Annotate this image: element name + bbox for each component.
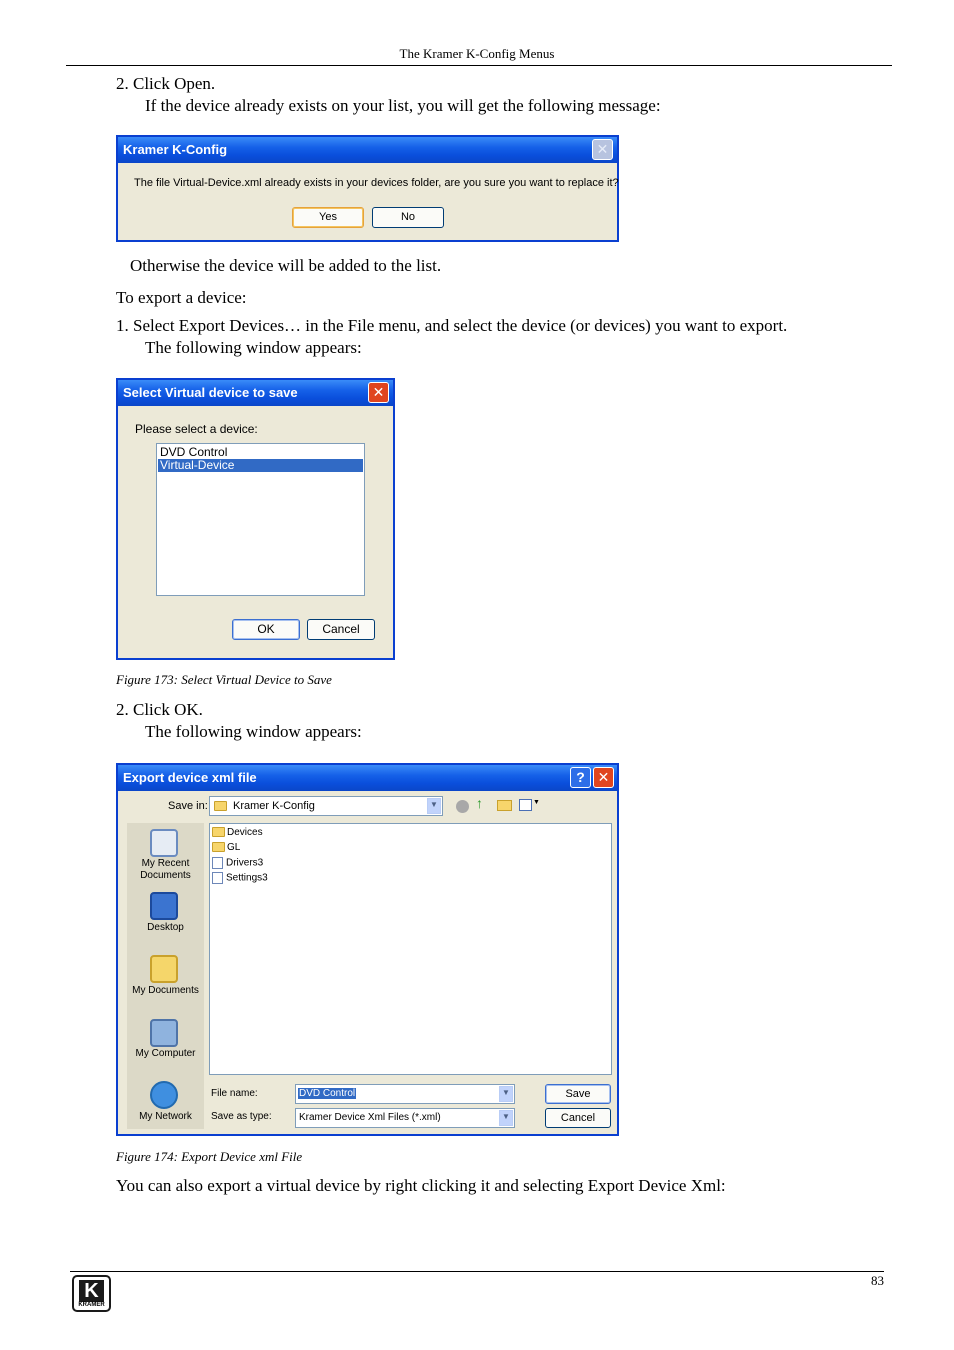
place-recent[interactable]: My Recent Documents <box>130 858 201 882</box>
place-my-computer[interactable]: My Computer <box>127 1048 204 1059</box>
filename-combo[interactable]: DVD Control ▼ <box>295 1084 515 1104</box>
step-click-ok-sub: The following window appears: <box>145 722 362 741</box>
step-click-open: 2. Click Open. <box>116 74 216 93</box>
savetype-combo[interactable]: Kramer Device Xml Files (*.xml) ▼ <box>295 1108 515 1128</box>
otherwise-text: Otherwise the device will be added to th… <box>130 256 442 275</box>
filename-value[interactable]: DVD Control <box>298 1088 357 1099</box>
place-my-network[interactable]: My Network <box>127 1111 204 1122</box>
file-list[interactable]: Devices GL Drivers3 Settings3 <box>209 823 612 1075</box>
chevron-down-icon[interactable]: ▼ <box>499 1110 513 1126</box>
footer-rule <box>70 1271 884 1272</box>
cancel-button[interactable]: Cancel <box>307 619 375 640</box>
my-documents-icon[interactable] <box>150 955 178 983</box>
figure-173-caption: Figure 173: Select Virtual Device to Sav… <box>116 672 332 687</box>
page-number: 83 <box>871 1273 884 1288</box>
dialog-title: Select Virtual device to save <box>118 380 393 406</box>
device-list[interactable]: DVD Control Virtual-Device <box>156 443 365 596</box>
cancel-button[interactable]: Cancel <box>545 1108 611 1128</box>
folder-icon <box>212 842 225 853</box>
desktop-icon[interactable] <box>150 892 178 920</box>
my-network-icon[interactable] <box>150 1081 178 1109</box>
dialog-title: Kramer K-Config <box>118 137 617 163</box>
folder-icon <box>212 827 225 838</box>
save-in-value: Kramer K-Config <box>233 800 315 812</box>
header-rule <box>66 65 892 66</box>
save-in-label: Save in: <box>168 800 208 812</box>
chevron-down-icon[interactable]: ▼ <box>499 1086 513 1102</box>
settings-file-icon <box>212 872 223 884</box>
select-device-dialog: Select Virtual device to save ✕ Please s… <box>116 378 395 660</box>
step-click-open-sub: If the device already exists on your lis… <box>145 96 661 115</box>
step-export-devices: 1. Select Export Devices… in the File me… <box>116 316 788 335</box>
no-button[interactable]: No <box>372 207 444 228</box>
kramer-logo: K KRAMER <box>72 1275 111 1312</box>
savetype-value: Kramer Device Xml Files (*.xml) <box>299 1112 441 1123</box>
folder-icon <box>214 801 227 811</box>
running-header: The Kramer K-Config Menus <box>399 46 555 61</box>
list-item[interactable]: GL <box>212 842 240 853</box>
yes-button[interactable]: Yes <box>292 207 364 228</box>
replace-confirm-dialog: Kramer K-Config ✕ The file Virtual-Devic… <box>116 135 619 242</box>
up-folder-icon[interactable]: ↑ <box>476 797 490 812</box>
filename-label: File name: <box>211 1088 258 1099</box>
chevron-down-icon[interactable]: ▼ <box>427 798 441 814</box>
step-click-ok: 2. Click OK. <box>116 700 203 719</box>
place-my-documents[interactable]: My Documents <box>127 985 204 996</box>
view-menu-chevron-icon[interactable]: ▼ <box>533 799 540 806</box>
close-icon[interactable]: ✕ <box>593 767 614 788</box>
list-item[interactable]: Devices <box>212 827 263 838</box>
save-button[interactable]: Save <box>545 1084 611 1104</box>
settings-file-icon <box>212 857 223 869</box>
list-item-selected[interactable]: Virtual-Device <box>158 459 363 472</box>
closing-text: You can also export a virtual device by … <box>116 1176 726 1195</box>
place-desktop[interactable]: Desktop <box>130 922 201 933</box>
export-xml-dialog: Export device xml file ? ✕ Save in: Kram… <box>116 763 619 1136</box>
recent-documents-icon[interactable] <box>150 829 178 857</box>
ok-button[interactable]: OK <box>232 619 300 640</box>
help-icon[interactable]: ? <box>570 767 591 788</box>
close-icon[interactable]: ✕ <box>368 382 389 403</box>
select-prompt: Please select a device: <box>135 422 258 436</box>
save-in-combo[interactable]: Kramer K-Config ▼ <box>209 796 443 816</box>
close-icon[interactable]: ✕ <box>592 139 613 160</box>
my-computer-icon[interactable] <box>150 1019 178 1047</box>
back-icon[interactable] <box>456 800 469 813</box>
list-item[interactable]: Drivers3 <box>212 857 263 869</box>
list-item[interactable]: Settings3 <box>212 872 268 884</box>
view-menu-icon[interactable] <box>519 799 532 811</box>
step-export-devices-sub: The following window appears: <box>145 338 362 357</box>
export-intro: To export a device: <box>116 288 247 307</box>
replace-message: The file Virtual-Device.xml already exis… <box>134 177 619 189</box>
savetype-label: Save as type: <box>211 1111 272 1122</box>
figure-174-caption: Figure 174: Export Device xml File <box>116 1149 303 1164</box>
new-folder-icon[interactable] <box>497 800 512 811</box>
dialog-title: Export device xml file <box>118 765 617 791</box>
